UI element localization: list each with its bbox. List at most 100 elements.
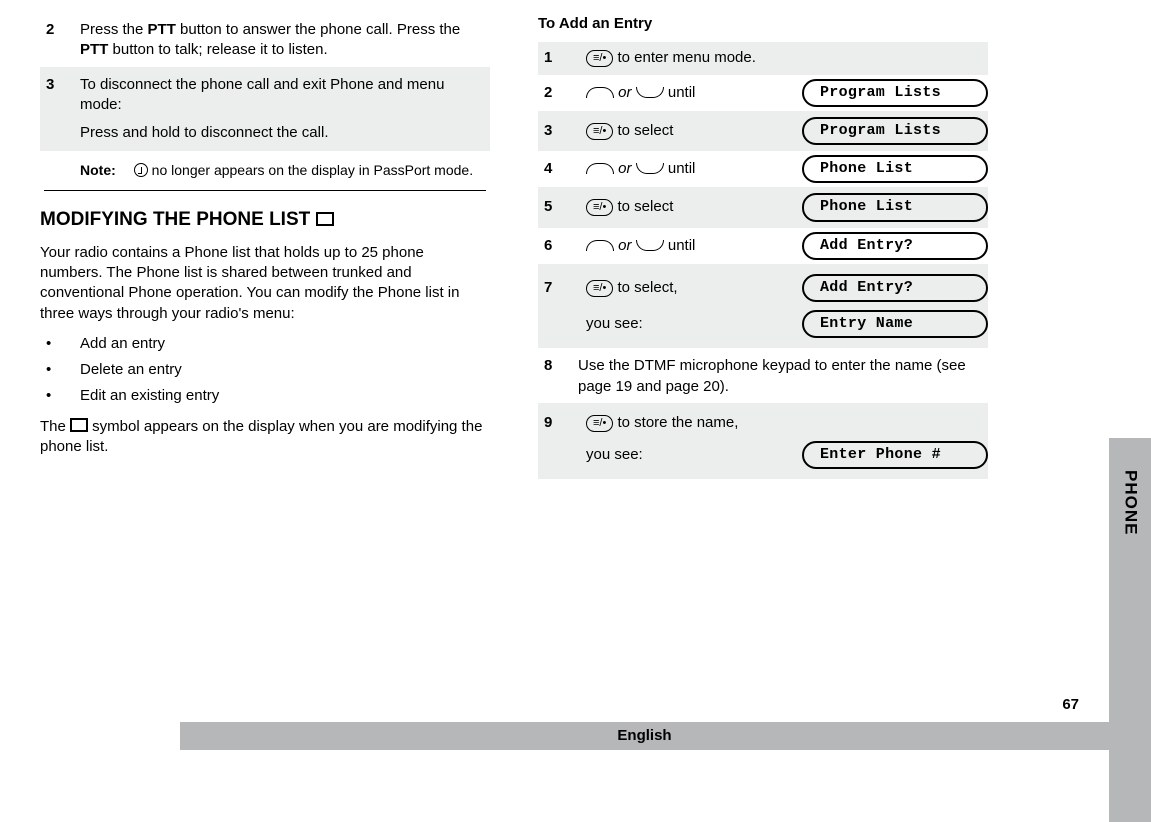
display-readout: Phone List xyxy=(802,193,988,221)
proc-step-2: 2 or until Program Lists xyxy=(538,75,988,111)
step-text: ≡/• to enter menu mode. xyxy=(586,48,988,68)
section-divider xyxy=(44,190,486,191)
text: To disconnect the phone call and exit Ph… xyxy=(80,75,480,116)
left-column: 2 Press the PTT button to answer the pho… xyxy=(40,14,490,479)
up-button-icon xyxy=(586,87,614,98)
right-column: To Add an Entry 1 ≡/• to enter menu mode… xyxy=(538,14,988,479)
phone-list-icon xyxy=(316,212,334,226)
display-readout: Phone List xyxy=(802,155,988,183)
note: Note: no longer appears on the display i… xyxy=(40,161,488,180)
text: to select, xyxy=(613,279,677,296)
display-readout: Entry Name xyxy=(802,310,988,338)
paragraph: The symbol appears on the display when y… xyxy=(40,417,490,458)
step-body: Press the PTT button to answer the phone… xyxy=(80,20,490,61)
page-number: 67 xyxy=(1062,695,1079,715)
step-number: 1 xyxy=(538,48,572,68)
up-button-icon xyxy=(586,163,614,174)
down-button-icon xyxy=(636,163,664,174)
step-number: 5 xyxy=(538,197,572,217)
text: until xyxy=(664,84,696,101)
ptt-label: PTT xyxy=(80,41,108,58)
text: Edit an existing entry xyxy=(80,386,490,406)
page: 2 Press the PTT button to answer the pho… xyxy=(0,0,1151,822)
phone-mode-icon xyxy=(134,163,148,177)
text: Add an entry xyxy=(80,334,490,354)
step-number: 6 xyxy=(538,236,572,256)
ptt-label: PTT xyxy=(148,21,176,38)
text: to enter menu mode. xyxy=(613,49,756,66)
heading-text: MODIFYING THE PHONE LIST xyxy=(40,209,316,230)
step-number: 8 xyxy=(538,356,578,397)
proc-step-1: 1 ≡/• to enter menu mode. xyxy=(538,42,988,74)
section-tab: PHONE xyxy=(1109,438,1151,568)
procedure: 1 ≡/• to enter menu mode. 2 or until Pro… xyxy=(538,42,988,479)
step-text: or until xyxy=(586,159,788,179)
step-text: or until xyxy=(586,83,788,103)
list-item: •Add an entry xyxy=(40,334,490,354)
content-columns: 2 Press the PTT button to answer the pho… xyxy=(0,0,1151,479)
language-label: English xyxy=(180,722,1109,750)
proc-step-9: 9 ≡/• to store the name, you see: Enter … xyxy=(538,403,988,480)
bullet: • xyxy=(40,360,80,380)
up-button-icon xyxy=(586,240,614,251)
note-body: no longer appears on the display in Pass… xyxy=(134,161,473,180)
paragraph: Your radio contains a Phone list that ho… xyxy=(40,243,490,324)
text: to select xyxy=(613,122,673,139)
text: button to answer the phone call. Press t… xyxy=(176,21,460,38)
text: The xyxy=(40,418,70,435)
step-number: 9 xyxy=(538,413,572,433)
proc-step-4: 4 or until Phone List xyxy=(538,151,988,187)
proc-step-8: 8 Use the DTMF microphone keypad to ente… xyxy=(538,356,988,397)
down-button-icon xyxy=(636,87,664,98)
bullet: • xyxy=(40,386,80,406)
proc-step-5: 5 ≡/• to select Phone List xyxy=(538,187,988,227)
section-heading: MODIFYING THE PHONE LIST xyxy=(40,207,490,233)
display-readout: Add Entry? xyxy=(802,232,988,260)
proc-step-9-line2: you see: Enter Phone # xyxy=(538,437,988,473)
list-item: •Delete an entry xyxy=(40,360,490,380)
text: until xyxy=(664,237,696,254)
you-see-label: you see: xyxy=(586,314,788,334)
step-3: 3 To disconnect the phone call and exit … xyxy=(40,67,490,152)
list-item: •Edit an existing entry xyxy=(40,386,490,406)
step-body: To disconnect the phone call and exit Ph… xyxy=(80,75,490,144)
text: Press and hold to disconnect the call. xyxy=(80,123,480,143)
note-label: Note: xyxy=(80,161,116,180)
proc-step-3: 3 ≡/• to select Program Lists xyxy=(538,111,988,151)
proc-step-6: 6 or until Add Entry? xyxy=(538,228,988,264)
you-see-label: you see: xyxy=(586,445,788,465)
step-text: or until xyxy=(586,236,788,256)
bullet-list: •Add an entry •Delete an entry •Edit an … xyxy=(40,334,490,407)
text: symbol appears on the display when you a… xyxy=(40,418,482,455)
display-readout: Enter Phone # xyxy=(802,441,988,469)
subsection-heading: To Add an Entry xyxy=(538,14,988,34)
proc-step-7-line2: you see: Entry Name xyxy=(538,306,988,342)
step-text: ≡/• to select, xyxy=(586,278,788,298)
proc-step-7-line1: 7 ≡/• to select, Add Entry? xyxy=(538,270,988,306)
or-text: or xyxy=(614,160,636,177)
proc-step-7: 7 ≡/• to select, Add Entry? you see: Ent… xyxy=(538,264,988,349)
step-number: 3 xyxy=(538,121,572,141)
text: to select xyxy=(613,198,673,215)
or-text: or xyxy=(614,84,636,101)
proc-step-9-line1: 9 ≡/• to store the name, xyxy=(538,409,988,437)
menu-button-icon: ≡/• xyxy=(586,123,613,140)
text: no longer appears on the display in Pass… xyxy=(148,162,473,178)
display-readout: Program Lists xyxy=(802,117,988,145)
language-bar-cap xyxy=(1109,722,1151,750)
language-bar: English xyxy=(180,722,1151,750)
step-number: 3 xyxy=(40,75,80,144)
down-button-icon xyxy=(636,240,664,251)
phone-list-icon xyxy=(70,418,88,432)
display-readout: Add Entry? xyxy=(802,274,988,302)
step-text: ≡/• to select xyxy=(586,197,788,217)
step-number: 2 xyxy=(538,83,572,103)
text: until xyxy=(664,160,696,177)
step-number: 2 xyxy=(40,20,80,61)
menu-button-icon: ≡/• xyxy=(586,50,613,67)
text: button to talk; release it to listen. xyxy=(108,41,327,58)
side-strip xyxy=(1109,568,1151,822)
or-text: or xyxy=(614,237,636,254)
step-text: ≡/• to store the name, xyxy=(586,413,988,433)
display-readout: Program Lists xyxy=(802,79,988,107)
